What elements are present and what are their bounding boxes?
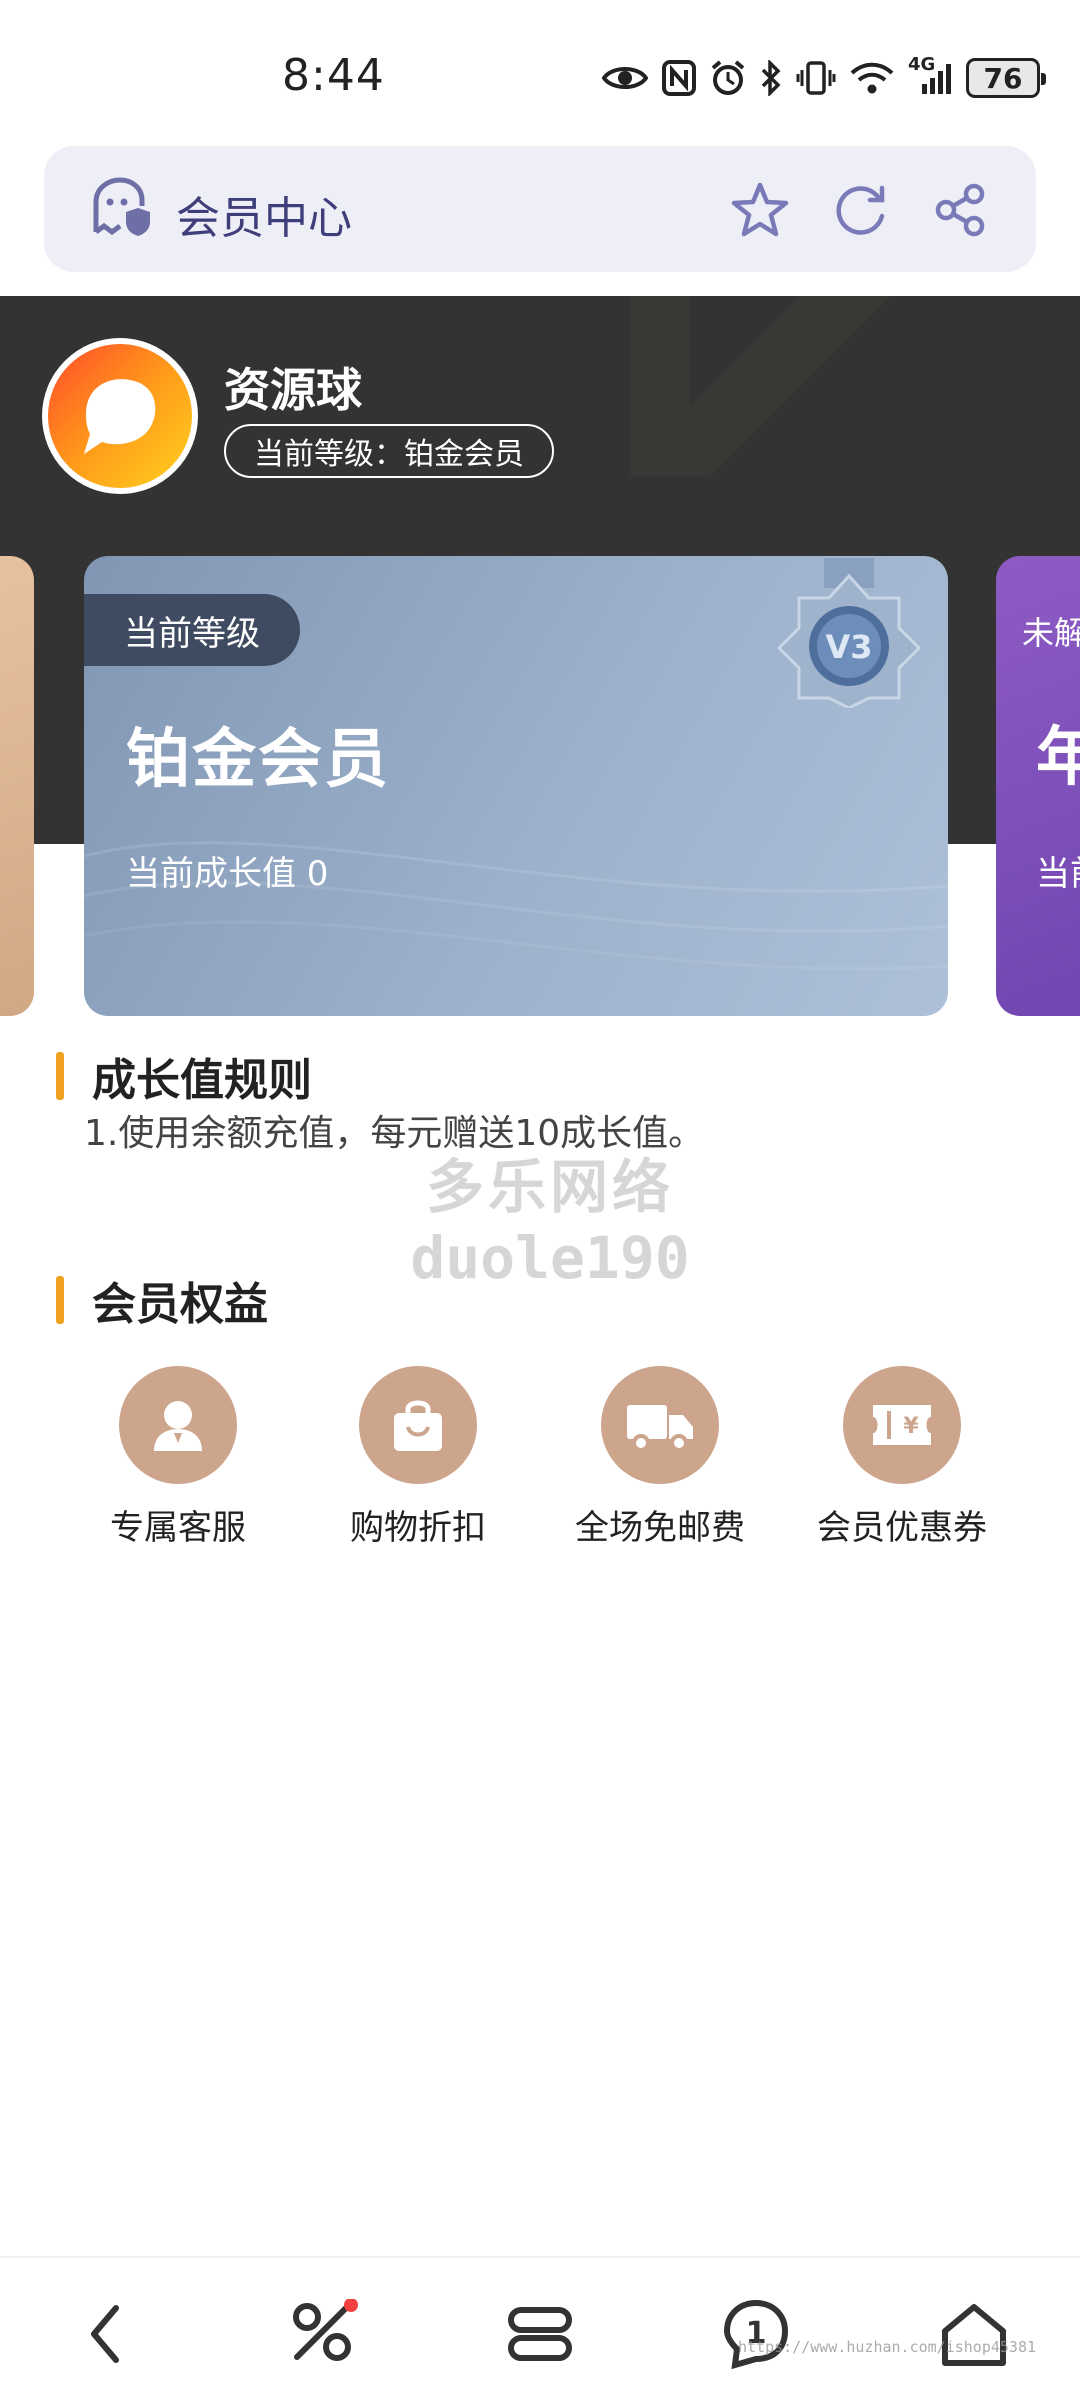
share-icon[interactable] [930, 180, 990, 240]
benefit-label: 购物折扣 [350, 1508, 486, 1548]
card-growth-value: 当前成长值 0 [126, 854, 329, 894]
tabs-icon[interactable]: 1 [716, 2294, 796, 2374]
next-card-growth: 当前 [1036, 854, 1080, 894]
status-icons: 4G 76 [602, 50, 1046, 106]
eye-icon [602, 54, 648, 102]
customer-service-icon [119, 1366, 237, 1484]
avatar[interactable] [42, 338, 198, 494]
bluetooth-icon [760, 54, 782, 102]
section-accent-bar [56, 1052, 64, 1100]
medal-text: V3 [825, 628, 872, 666]
next-card-level: 年 [1036, 721, 1080, 795]
benefit-label: 专属客服 [110, 1508, 246, 1548]
vibrate-icon [796, 54, 836, 102]
watermark-line2: duole190 [410, 1224, 690, 1292]
benefits-title: 会员权益 [92, 1279, 268, 1330]
benefit-shopping-discount[interactable]: 购物折扣 [318, 1366, 518, 1549]
back-icon[interactable] [66, 2294, 146, 2374]
home-icon[interactable] [934, 2294, 1014, 2374]
menu-icon[interactable] [500, 2294, 580, 2374]
benefit-free-shipping[interactable]: 全场免邮费 [560, 1366, 760, 1549]
section-accent-bar [56, 1276, 64, 1324]
shopping-bag-icon [359, 1366, 477, 1484]
bottom-nav: 1 [0, 2256, 1080, 2400]
page-title: 会员中心 [176, 193, 352, 244]
apps-icon[interactable] [284, 2294, 364, 2374]
svg-text:¥: ¥ [903, 1414, 919, 1439]
growth-rule-text: 1.使用余额充值，每元赠送10成长值。 [84, 1113, 705, 1154]
network-type: 4G [908, 54, 936, 75]
current-level-tag: 当前等级 [84, 594, 300, 666]
growth-rules-title: 成长值规则 [92, 1055, 312, 1106]
benefits-grid: 专属客服 购物折扣 全场免邮费 ¥ 会员优惠券 [0, 1366, 1080, 1549]
benefit-customer-service[interactable]: 专属客服 [78, 1366, 278, 1549]
address-bar: 会员中心 [44, 146, 1036, 272]
next-card-tag: 未解 [1022, 614, 1080, 652]
coupon-icon: ¥ [843, 1366, 961, 1484]
benefit-label: 会员优惠券 [817, 1508, 987, 1548]
benefit-coupon[interactable]: ¥ 会员优惠券 [802, 1366, 1002, 1549]
card-level-name: 铂金会员 [126, 723, 390, 797]
refresh-icon[interactable] [830, 180, 890, 240]
shield-ghost-icon [88, 176, 152, 244]
url-watermark: https://www.huzhan.com/ishop45381 [738, 2338, 1037, 2356]
level-pill: 当前等级：铂金会员 [224, 424, 554, 478]
level-card-current[interactable]: 当前等级 铂金会员 当前成长值 0 V3 [84, 556, 948, 1016]
star-icon[interactable] [730, 180, 790, 240]
status-bar: 8:44 4G 76 [0, 0, 1080, 150]
alarm-icon [710, 54, 746, 102]
level-card-next[interactable]: 未解 年 当前 [996, 556, 1080, 1016]
header-decoration [630, 296, 890, 476]
wifi-icon [850, 54, 894, 102]
signal-icon: 4G [908, 54, 952, 102]
battery-indicator: 76 [966, 58, 1046, 98]
watermark: 多乐网络 duole190 [380, 1140, 720, 1292]
medal-icon: V3 [776, 558, 922, 708]
status-time: 8:44 [282, 50, 385, 101]
level-card-previous[interactable] [0, 556, 34, 1016]
nfc-icon [662, 54, 696, 102]
delivery-truck-icon [601, 1366, 719, 1484]
benefit-label: 全场免邮费 [575, 1508, 745, 1548]
username: 资源球 [224, 363, 362, 417]
